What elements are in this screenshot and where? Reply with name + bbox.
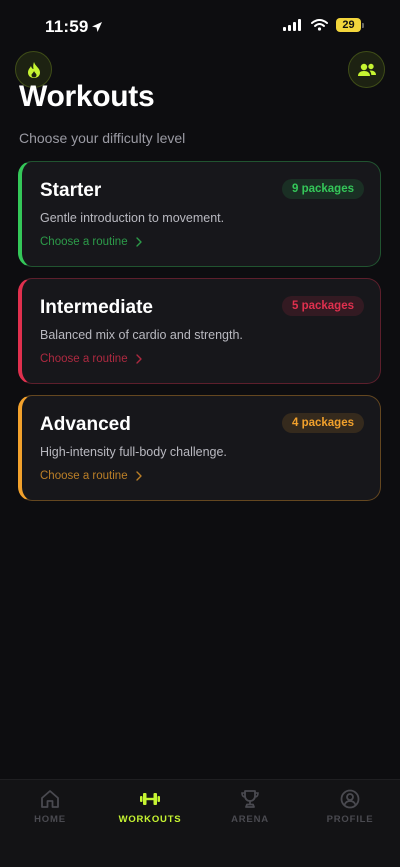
- tab-home[interactable]: HOME: [0, 788, 100, 825]
- battery-level: 29: [336, 18, 361, 32]
- flame-icon: [27, 61, 40, 78]
- wifi-icon: [311, 19, 328, 31]
- cellular-signal-icon: [283, 19, 301, 31]
- tab-label: WORKOUTS: [118, 814, 182, 825]
- choose-routine-link[interactable]: Choose a routine: [40, 353, 142, 365]
- tab-label: ARENA: [231, 814, 269, 825]
- status-bar: 11:59 29: [0, 0, 400, 54]
- trophy-icon: [241, 790, 259, 808]
- tab-arena[interactable]: ARENA: [200, 788, 300, 825]
- tab-profile[interactable]: PROFILE: [300, 788, 400, 825]
- status-indicators: 29: [283, 18, 364, 32]
- package-count-badge: 5 packages: [281, 296, 364, 316]
- choose-routine-link[interactable]: Choose a routine: [40, 236, 142, 248]
- page-subtitle: Choose your difficulty level: [19, 130, 186, 146]
- dumbbell-icon: [140, 793, 160, 805]
- choose-routine-label: Choose a routine: [40, 236, 128, 248]
- card-description: Gentle introduction to movement.: [40, 211, 225, 225]
- tab-label: PROFILE: [326, 814, 374, 825]
- package-count-badge: 9 packages: [281, 179, 364, 199]
- location-arrow-icon: [92, 22, 102, 32]
- card-starter[interactable]: Starter 9 packages Gentle introduction t…: [18, 161, 381, 267]
- card-title: Advanced: [40, 414, 131, 435]
- card-advanced[interactable]: Advanced 4 packages High-intensity full-…: [18, 395, 381, 501]
- card-description: High-intensity full-body challenge.: [40, 445, 227, 459]
- home-icon: [41, 790, 59, 808]
- bottom-tab-bar: HOME WORKOUTS ARENA PROFILE: [0, 779, 400, 867]
- chevron-right-icon: [135, 354, 142, 364]
- status-time: 11:59: [45, 17, 89, 36]
- card-intermediate[interactable]: Intermediate 5 packages Balanced mix of …: [18, 278, 381, 384]
- friends-button[interactable]: [348, 51, 385, 88]
- tab-workouts[interactable]: WORKOUTS: [100, 788, 200, 825]
- users-icon: [357, 63, 376, 76]
- card-title: Starter: [40, 180, 102, 201]
- package-count-badge: 4 packages: [281, 413, 364, 433]
- card-title: Intermediate: [40, 297, 153, 318]
- page-title: Workouts: [19, 80, 155, 113]
- card-description: Balanced mix of cardio and strength.: [40, 328, 243, 342]
- choose-routine-link[interactable]: Choose a routine: [40, 470, 142, 482]
- choose-routine-label: Choose a routine: [40, 353, 128, 365]
- chevron-right-icon: [135, 237, 142, 247]
- battery-indicator: 29: [336, 18, 364, 32]
- choose-routine-label: Choose a routine: [40, 470, 128, 482]
- tab-label: HOME: [34, 814, 66, 825]
- chevron-right-icon: [135, 471, 142, 481]
- profile-icon: [340, 789, 360, 809]
